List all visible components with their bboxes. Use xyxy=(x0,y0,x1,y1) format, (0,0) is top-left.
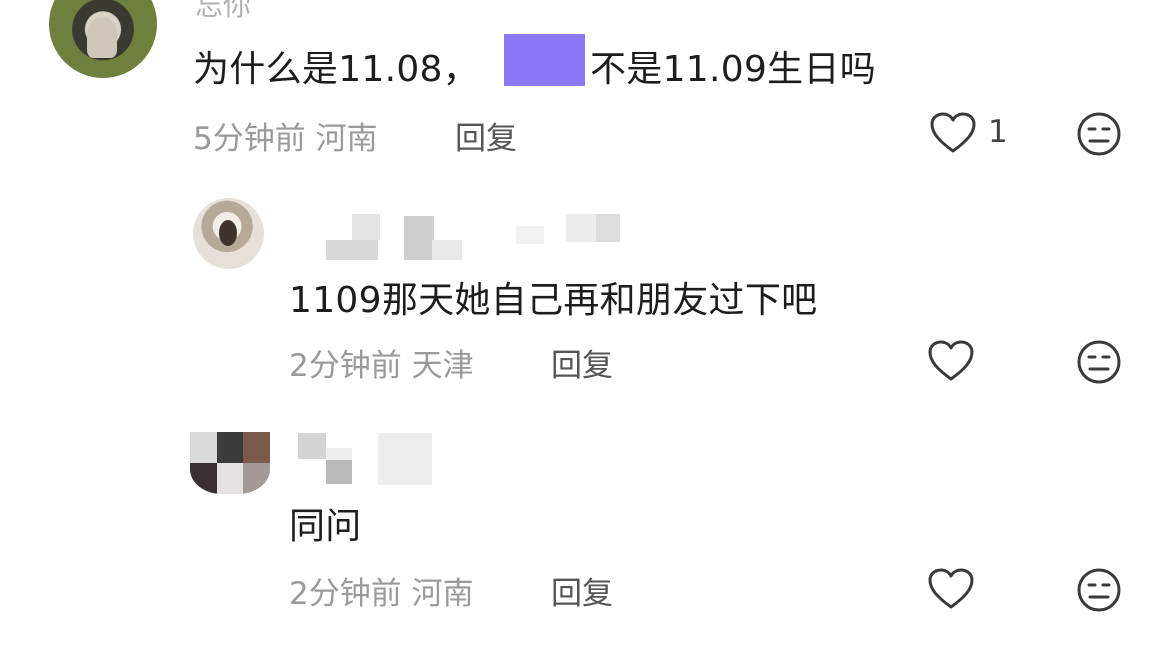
redacted-mention xyxy=(504,34,585,86)
comment-meta: 5分钟前 河南 xyxy=(193,113,378,158)
dislike-face-icon[interactable] xyxy=(1075,338,1123,386)
like-count: 1 xyxy=(988,114,1008,150)
comment-author-name[interactable]: 忘你 xyxy=(195,0,251,24)
comment-meta: 2分钟前 河南 xyxy=(289,568,474,613)
dislike-face-icon[interactable] xyxy=(1075,566,1123,614)
comment-text-part: 不是11.09生日吗 xyxy=(590,49,877,90)
comment-text-part: 为什么是11.08， xyxy=(193,49,480,90)
comment-text: 为什么是11.08， xyxy=(193,40,479,92)
comment-meta: 2分钟前 天津 xyxy=(289,340,474,385)
comment-location: 河南 xyxy=(315,121,378,157)
comment-text: 1109那天她自己再和朋友过下吧 xyxy=(289,280,818,321)
avatar[interactable] xyxy=(49,0,157,78)
reply-button[interactable]: 回复 xyxy=(551,568,613,613)
avatar[interactable] xyxy=(190,432,270,494)
comment-text: 同问 xyxy=(289,506,362,547)
heart-icon[interactable] xyxy=(927,567,975,611)
reply-button[interactable]: 回复 xyxy=(551,340,613,385)
comment-time: 5分钟前 xyxy=(193,121,306,157)
dislike-face-icon[interactable] xyxy=(1075,110,1123,158)
reply-button[interactable]: 回复 xyxy=(455,113,517,158)
comment-location: 河南 xyxy=(411,576,474,612)
heart-icon[interactable] xyxy=(927,339,975,383)
comment-time: 2分钟前 xyxy=(289,348,402,384)
heart-icon[interactable] xyxy=(929,111,977,155)
avatar[interactable] xyxy=(193,198,264,269)
comment-location: 天津 xyxy=(411,348,474,384)
comment-time: 2分钟前 xyxy=(289,576,402,612)
